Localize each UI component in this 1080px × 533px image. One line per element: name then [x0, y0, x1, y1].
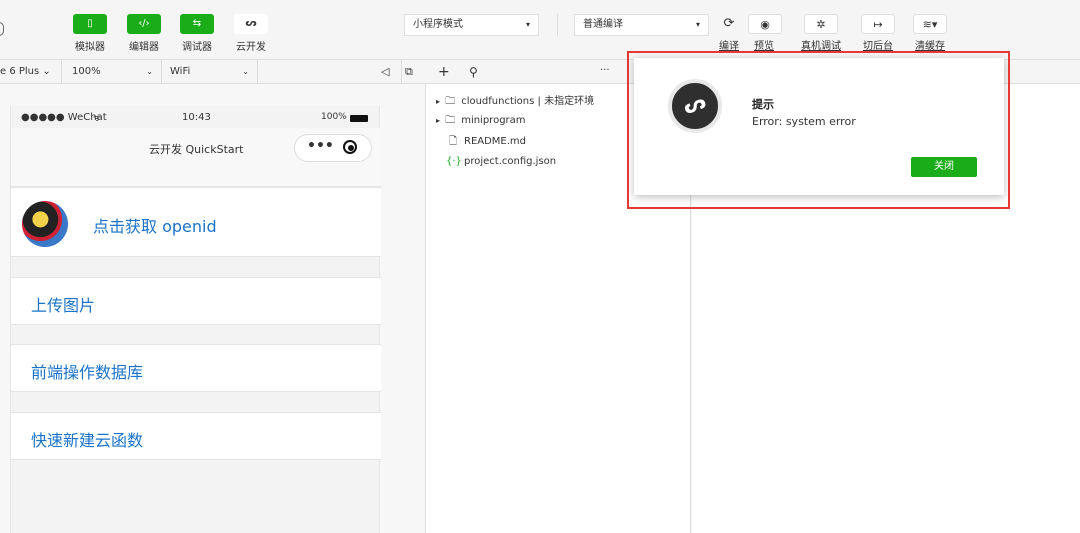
- user-avatar-partial[interactable]: [0, 22, 4, 36]
- debug-icon: ⇆: [180, 14, 214, 34]
- clear-cache-button[interactable]: ≋▾ 清缓存: [910, 14, 950, 52]
- cloud-link-icon: ᔕ: [234, 14, 268, 34]
- compile-select[interactable]: 普通编译 ▾: [574, 14, 709, 36]
- compile-button[interactable]: ⟳ 编译: [715, 14, 743, 52]
- file-item[interactable]: 🗋 README.md: [436, 134, 526, 150]
- phone-icon: ▯: [73, 14, 107, 34]
- add-icon[interactable]: +: [438, 60, 450, 84]
- chevron-down-icon: ⌄: [242, 67, 249, 76]
- openid-card[interactable]: 点击获取 openid: [11, 187, 381, 257]
- network-select[interactable]: WiFi ⌄: [162, 60, 258, 84]
- simulator-button[interactable]: ▯ 模拟器: [67, 14, 113, 54]
- cloud-function-card[interactable]: 快速新建云函数: [11, 412, 381, 460]
- refresh-icon: ⟳: [723, 16, 735, 31]
- dialog-message: Error: system error: [752, 115, 856, 128]
- file-item[interactable]: ▸ 🗀 cloudfunctions | 未指定环境: [436, 94, 594, 110]
- error-dialog: ᔕ 提示 Error: system error 关闭: [634, 58, 1004, 195]
- cloud-function-label: 快速新建云函数: [31, 431, 144, 450]
- avatar: [22, 201, 68, 247]
- folder-icon: 🗀: [445, 115, 456, 126]
- real-device-debug-button[interactable]: ✲ 真机调试: [797, 14, 845, 52]
- layers-icon: ≋▾: [913, 14, 947, 34]
- phone-status-bar: ●●●●● WeChat ᯤ 10:43 100%: [11, 106, 381, 128]
- cloud-button[interactable]: ᔕ 云开发: [228, 14, 274, 54]
- close-button[interactable]: 关闭: [911, 157, 977, 177]
- popout-icon[interactable]: ⧉: [401, 60, 413, 84]
- chevron-down-icon: ⌄: [39, 66, 51, 77]
- cloud-folder-icon: 🗀: [445, 96, 456, 107]
- file-icon: 🗋: [448, 136, 458, 147]
- json-icon: {·}: [446, 156, 462, 167]
- database-card[interactable]: 前端操作数据库: [11, 344, 381, 392]
- device-select[interactable]: e 6 Plus ⌄: [0, 60, 62, 84]
- dialog-title: 提示: [752, 98, 774, 111]
- more-icon[interactable]: ···: [600, 60, 610, 82]
- file-item[interactable]: {·} project.config.json: [436, 154, 556, 170]
- chevron-down-icon: ▾: [525, 20, 530, 29]
- file-item[interactable]: ▸ 🗀 miniprogram: [436, 113, 526, 129]
- zoom-select[interactable]: 100% ⌄: [62, 60, 162, 84]
- preview-button[interactable]: ◉ 预览: [748, 14, 782, 52]
- openid-label: 点击获取 openid: [93, 217, 217, 236]
- simulator-screen: ●●●●● WeChat ᯤ 10:43 100% 云开发 QuickStart…: [10, 106, 381, 533]
- exit-icon: ↦: [861, 14, 895, 34]
- page-title: 云开发 QuickStart: [149, 143, 244, 156]
- chevron-down-icon: ▾: [695, 20, 700, 29]
- miniprogram-logo-icon: ᔕ: [668, 79, 722, 133]
- search-icon[interactable]: ⚲: [469, 60, 478, 84]
- code-icon: ‹/›: [127, 14, 161, 34]
- chevron-down-icon: ⌄: [146, 67, 153, 76]
- main-toolbar: ▯ 模拟器 ‹/› 编辑器 ⇆ 调试器 ᔕ 云开发 小程序模式 ▾ 普通编译 ▾…: [0, 0, 1080, 60]
- switch-background-button[interactable]: ↦ 切后台: [858, 14, 898, 52]
- upload-label: 上传图片: [31, 296, 96, 315]
- more-dots-icon[interactable]: •••: [307, 138, 334, 154]
- database-label: 前端操作数据库: [31, 363, 144, 382]
- wifi-icon: ᯤ: [93, 114, 102, 124]
- capsule-menu[interactable]: •••: [294, 134, 372, 162]
- toolbar-divider: [557, 14, 558, 36]
- upload-image-card[interactable]: 上传图片: [11, 277, 381, 325]
- mute-icon[interactable]: ◁: [381, 60, 389, 84]
- bug-icon: ✲: [804, 14, 838, 34]
- eye-icon: ◉: [748, 14, 782, 34]
- mode-select[interactable]: 小程序模式 ▾: [404, 14, 539, 36]
- debugger-button[interactable]: ⇆ 调试器: [174, 14, 220, 54]
- battery-icon: [350, 115, 368, 122]
- editor-button[interactable]: ‹/› 编辑器: [121, 14, 167, 54]
